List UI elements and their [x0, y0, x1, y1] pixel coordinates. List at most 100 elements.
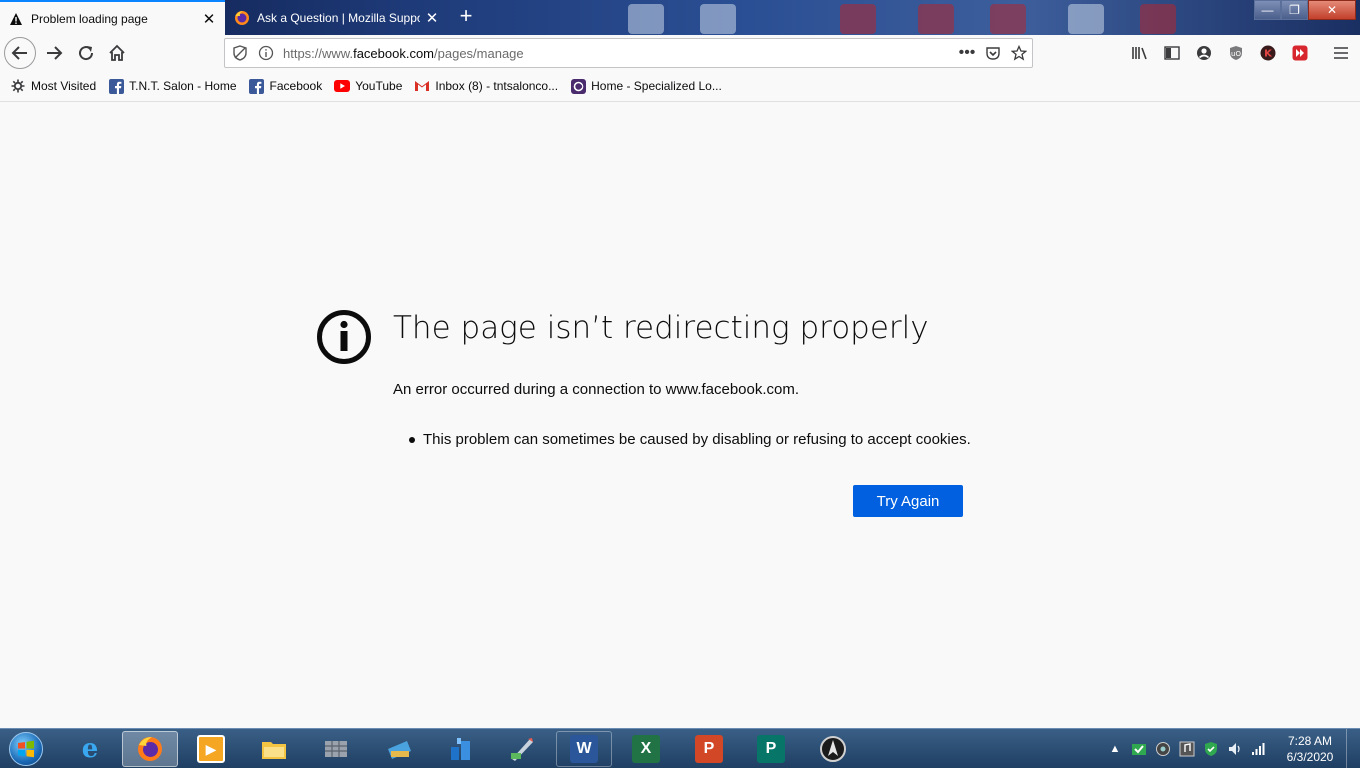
background-decor: [918, 4, 954, 34]
k-extension-icon: K: [1260, 45, 1276, 61]
webcam-icon[interactable]: [1154, 740, 1172, 758]
tab-strip: Problem loading page ✕ Ask a Question | …: [0, 0, 1360, 35]
window-controls: — ❐ ✕: [1254, 0, 1356, 20]
sidebar-button[interactable]: [1158, 39, 1186, 67]
bookmark-specialized[interactable]: Home - Specialized Lo...: [570, 78, 722, 94]
try-again-button[interactable]: Try Again: [853, 485, 963, 517]
forward-arrow-icon: [47, 46, 63, 60]
clock-date: 6/3/2020: [1286, 750, 1334, 764]
minimize-button[interactable]: —: [1254, 0, 1281, 20]
background-decor: [1068, 4, 1104, 34]
show-desktop-button[interactable]: [1346, 729, 1360, 768]
volume-icon[interactable]: [1226, 740, 1244, 758]
taskbar-firefox[interactable]: [122, 731, 178, 767]
taskbar-internet-explorer[interactable]: e: [62, 731, 118, 767]
show-hidden-icons-icon[interactable]: ▲: [1106, 740, 1124, 758]
tab-problem-loading[interactable]: Problem loading page ✕: [0, 0, 225, 35]
bookmark-label: Facebook: [269, 79, 323, 93]
home-button[interactable]: [103, 39, 131, 67]
system-tray: ▲ 7:28 AM 6/3/2020: [1106, 729, 1360, 768]
excel-icon: X: [632, 735, 660, 763]
bookmark-most-visited[interactable]: Most Visited: [10, 78, 96, 94]
taskbar-file-explorer[interactable]: [246, 731, 302, 767]
close-window-button[interactable]: ✕: [1308, 0, 1356, 20]
bookmark-inbox[interactable]: Inbox (8) - tntsalonco...: [414, 78, 558, 94]
network-icon: [451, 738, 470, 760]
clock-time: 7:28 AM: [1287, 734, 1333, 748]
bookmark-label: YouTube: [355, 79, 403, 93]
new-tab-button[interactable]: +: [452, 3, 480, 31]
taskbar-powerpoint[interactable]: P: [681, 731, 737, 767]
background-decor: [700, 4, 736, 34]
sync-check-icon[interactable]: [1130, 740, 1148, 758]
library-icon: [1132, 47, 1147, 60]
site-info-icon[interactable]: [255, 42, 277, 64]
hamburger-menu-icon: [1334, 47, 1348, 59]
taskbar-publisher[interactable]: P: [743, 731, 799, 767]
close-tab-icon[interactable]: ✕: [424, 10, 440, 27]
video-extension-button[interactable]: [1286, 39, 1314, 67]
error-description: An error occurred during a connection to…: [393, 381, 800, 398]
bookmark-facebook[interactable]: Facebook: [249, 78, 323, 94]
publisher-icon: P: [757, 735, 785, 763]
taskbar-word[interactable]: W: [556, 731, 612, 767]
background-decor: [1140, 4, 1176, 34]
url-prefix: https://www.: [283, 45, 354, 61]
star-icon: [1011, 45, 1027, 61]
bookmark-label: Home - Specialized Lo...: [591, 79, 722, 93]
taskbar-excel[interactable]: X: [618, 731, 674, 767]
tracking-protection-icon[interactable]: [229, 42, 251, 64]
pocket-button[interactable]: [980, 40, 1006, 66]
background-decor: [628, 4, 664, 34]
page-actions-button[interactable]: •••: [954, 40, 980, 66]
account-icon: [1197, 46, 1211, 60]
app-grid-icon: [325, 741, 347, 757]
bookmark-tnt-salon[interactable]: T.N.T. Salon - Home: [108, 78, 237, 94]
background-decor: [840, 4, 876, 34]
ublock-button[interactable]: uO: [1222, 39, 1250, 67]
back-arrow-icon: [11, 46, 27, 60]
back-button[interactable]: [4, 37, 36, 69]
library-button[interactable]: [1126, 39, 1154, 67]
url-text[interactable]: https://www.facebook.com/pages/manage: [283, 46, 954, 61]
home-icon: [109, 44, 125, 61]
sidebar-icon: [1164, 46, 1180, 60]
taskbar-paint[interactable]: [494, 731, 550, 767]
account-button[interactable]: [1190, 39, 1218, 67]
background-decor: [990, 4, 1026, 34]
clock[interactable]: 7:28 AM 6/3/2020: [1274, 733, 1346, 765]
tab-label: Problem loading page: [31, 11, 148, 26]
powerpoint-icon: P: [695, 735, 723, 763]
reload-button[interactable]: [72, 39, 100, 67]
close-tab-icon[interactable]: ✕: [201, 11, 217, 28]
taskbar-scanner[interactable]: [371, 731, 427, 767]
tab-ask-question[interactable]: Ask a Question | Mozilla Suppo ✕: [226, 0, 448, 35]
scanner-icon: [388, 741, 411, 759]
network-signal-icon[interactable]: [1250, 740, 1268, 758]
tab-label: Ask a Question | Mozilla Suppo: [257, 10, 420, 25]
video-extension-icon: [1292, 45, 1308, 61]
media-player-icon: ▶: [197, 735, 225, 763]
internet-explorer-icon: e: [81, 734, 99, 764]
url-bar[interactable]: https://www.facebook.com/pages/manage ••…: [224, 38, 1033, 68]
bookmark-star-button[interactable]: [1006, 40, 1032, 66]
security-shield-icon[interactable]: [1202, 740, 1220, 758]
youtube-icon: [334, 78, 351, 94]
maximize-button[interactable]: ❐: [1281, 0, 1308, 20]
bullet-icon: [409, 436, 415, 443]
taskbar-app-grid[interactable]: [308, 731, 364, 767]
menu-button[interactable]: [1327, 39, 1355, 67]
taskbar-app-dark[interactable]: [805, 731, 861, 767]
warning-icon: [8, 11, 24, 27]
taskbar-network[interactable]: [433, 731, 489, 767]
k-extension-button[interactable]: K: [1254, 39, 1282, 67]
site-icon: [570, 78, 586, 94]
audio-manager-icon[interactable]: [1178, 740, 1196, 758]
bookmark-youtube[interactable]: YouTube: [334, 78, 402, 94]
taskbar-media-player[interactable]: ▶: [183, 731, 239, 767]
reload-icon: [79, 46, 94, 61]
start-button[interactable]: [4, 731, 48, 767]
forward-button[interactable]: [40, 39, 68, 67]
gear-icon: [10, 78, 26, 94]
svg-text:uO: uO: [1231, 50, 1241, 58]
